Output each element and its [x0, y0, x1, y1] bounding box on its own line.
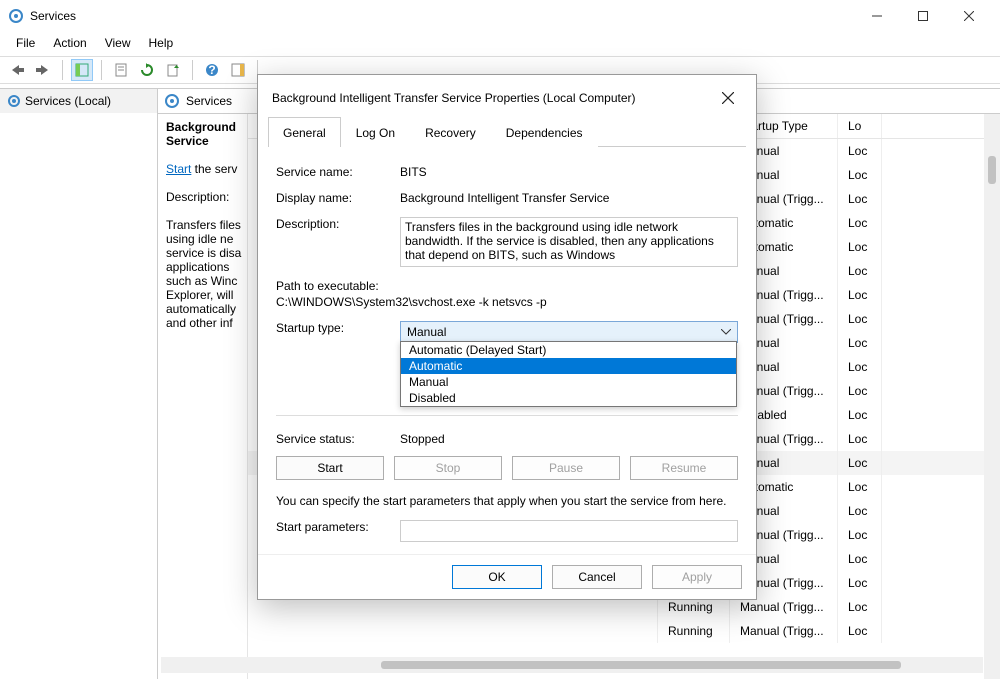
minimize-button[interactable]: [854, 0, 900, 32]
startup-type-dropdown[interactable]: Automatic (Delayed Start) Automatic Manu…: [400, 341, 737, 407]
resume-button: Resume: [630, 456, 738, 480]
detail-panel: BackgroundService Start the serv Descrip…: [158, 114, 248, 679]
ok-button[interactable]: OK: [452, 565, 542, 589]
start-button[interactable]: Start: [276, 456, 384, 480]
start-link[interactable]: Start: [166, 162, 191, 176]
tree-item-label: Services (Local): [25, 94, 111, 108]
action-pane-toggle[interactable]: [227, 59, 249, 81]
back-button[interactable]: [6, 59, 28, 81]
value-service-name: BITS: [400, 165, 427, 179]
help-text: You can specify the start parameters tha…: [276, 494, 726, 508]
label-path: Path to executable:: [276, 279, 738, 293]
menubar: File Action View Help: [0, 32, 1000, 56]
refresh-button[interactable]: [136, 59, 158, 81]
export-button[interactable]: [162, 59, 184, 81]
tab-dependencies[interactable]: Dependencies: [491, 117, 598, 147]
value-service-status: Stopped: [400, 432, 445, 446]
dialog-close-button[interactable]: [712, 85, 744, 111]
dialog-title: Background Intelligent Transfer Service …: [272, 91, 636, 105]
svg-text:?: ?: [208, 63, 215, 77]
forward-button[interactable]: [32, 59, 54, 81]
dialog-tabs: General Log On Recovery Dependencies: [268, 117, 746, 147]
value-path: C:\WINDOWS\System32\svchost.exe -k netsv…: [276, 295, 738, 309]
startup-type-select[interactable]: Manual: [400, 321, 738, 343]
option-manual[interactable]: Manual: [401, 374, 736, 390]
tab-recovery[interactable]: Recovery: [410, 117, 491, 147]
stop-button: Stop: [394, 456, 502, 480]
maximize-button[interactable]: [900, 0, 946, 32]
start-params-input[interactable]: [400, 520, 738, 542]
option-disabled[interactable]: Disabled: [401, 390, 736, 406]
label-service-name: Service name:: [276, 165, 388, 179]
pause-button: Pause: [512, 456, 620, 480]
value-display-name: Background Intelligent Transfer Service: [400, 191, 609, 205]
vertical-scrollbar[interactable]: [984, 114, 1000, 679]
properties-dialog: Background Intelligent Transfer Service …: [257, 74, 757, 600]
tab-logon[interactable]: Log On: [341, 117, 410, 147]
option-automatic-delayed[interactable]: Automatic (Delayed Start): [401, 342, 736, 358]
description-box[interactable]: Transfers files in the background using …: [400, 217, 738, 267]
col-logon[interactable]: Lo: [838, 114, 882, 138]
label-start-params: Start parameters:: [276, 520, 388, 534]
menu-view[interactable]: View: [97, 34, 139, 52]
close-button[interactable]: [946, 0, 992, 32]
show-hide-tree-button[interactable]: [71, 59, 93, 81]
window-titlebar: Services: [0, 0, 1000, 32]
table-row[interactable]: RunningManual (Trigg...Loc: [248, 619, 984, 643]
services-icon: [8, 8, 24, 24]
detail-desc: Transfers filesusing idle neservice is d…: [166, 218, 241, 330]
horizontal-scrollbar[interactable]: [161, 657, 983, 673]
apply-button: Apply: [652, 565, 742, 589]
label-description: Description:: [276, 217, 388, 231]
chevron-down-icon: [721, 329, 731, 335]
label-startup-type: Startup type:: [276, 321, 388, 335]
label-service-status: Service status:: [276, 432, 388, 446]
tree-item-services-local[interactable]: Services (Local): [0, 89, 157, 113]
menu-help[interactable]: Help: [141, 34, 182, 52]
properties-button[interactable]: [110, 59, 132, 81]
menu-action[interactable]: Action: [45, 34, 94, 52]
list-header-title: Services: [186, 94, 232, 108]
label-display-name: Display name:: [276, 191, 388, 205]
tab-general[interactable]: General: [268, 117, 341, 147]
window-title: Services: [30, 9, 76, 23]
cancel-button[interactable]: Cancel: [552, 565, 642, 589]
menu-file[interactable]: File: [8, 34, 43, 52]
help-button[interactable]: ?: [201, 59, 223, 81]
option-automatic[interactable]: Automatic: [401, 358, 736, 374]
tree-pane: Services (Local): [0, 88, 158, 679]
